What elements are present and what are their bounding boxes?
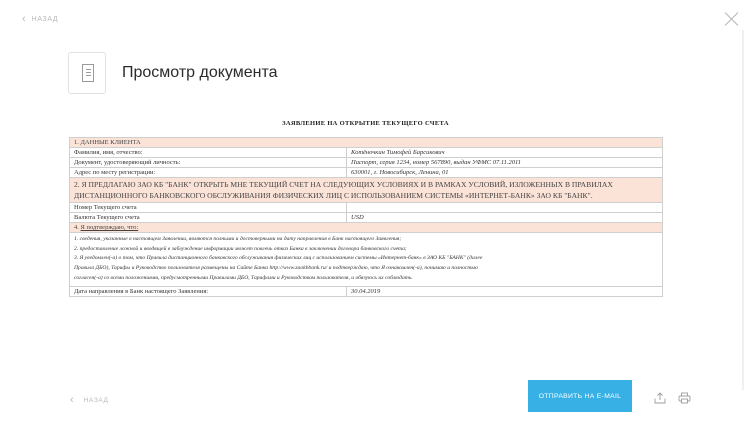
table-row: Валюта Текущего счета USD (69, 212, 664, 223)
section-client-data: 1. ДАННЫЕ КЛИЕНТА (68, 137, 664, 148)
row-label: Фамилия, имя, отчество: (69, 147, 347, 158)
note-line: 3. Я уведомлен(-а) о том, что Правила ди… (74, 255, 483, 262)
row-value: Котёночкин Тимофей Барсикович (345, 147, 664, 158)
top-bar: ‹ НАЗАД (0, 0, 745, 40)
document-icon (68, 52, 106, 94)
row-label: Документ, удостоверяющий личность: (69, 157, 347, 168)
printer-icon[interactable] (678, 392, 691, 404)
row-label: Валюта Текущего счета (69, 212, 347, 223)
footer-bar: ‹ НАЗАД ОТПРАВИТЬ НА E-MAIL (0, 380, 745, 420)
row-value (345, 202, 664, 213)
row-label: Адрес по месту регистрации: (69, 167, 347, 178)
offer-line-1: 2. Я ПРЕДЛАГАЮ ЗАО КБ "БАНК" ОТКРЫТЬ МНЕ… (74, 180, 613, 189)
note-line: согласен(-а) со всеми положениями, преду… (74, 274, 413, 281)
send-email-button[interactable]: ОТПРАВИТЬ НА E-MAIL (528, 380, 632, 412)
row-value: 630001, г. Новосибирск, Ленина, 01 (345, 167, 664, 178)
back-label: НАЗАД (83, 396, 109, 404)
table-row: Дата направления в Банк настоящего Заявл… (69, 285, 664, 297)
offer-line-2: ДИСТАНЦИОННОГО БАНКОВСКОГО ОБСЛУЖИВАНИЯ … (74, 191, 593, 200)
row-value: USD (345, 212, 664, 223)
back-link-bottom[interactable]: ‹ НАЗАД (70, 394, 109, 406)
table-row: Адрес по месту регистрации: 630001, г. Н… (69, 167, 664, 178)
application-table: 1. ДАННЫЕ КЛИЕНТА Фамилия, имя, отчество… (68, 137, 664, 297)
note-line: 1. сведения, указанные в настоящем Заявл… (74, 236, 402, 242)
document-preview: ЗАЯВЛЕНИЕ НА ОТКРЫТИЕ ТЕКУЩЕГО СЧЕТА 1. … (68, 120, 664, 297)
page-header: Просмотр документа (68, 52, 278, 94)
note-line: Правила ДБО), Тарифы и Руководство польз… (74, 265, 478, 272)
note-line: 2. предоставление ложной и вводящей в за… (74, 245, 407, 252)
page-title: Просмотр документа (122, 64, 278, 81)
document-title: ЗАЯВЛЕНИЕ НА ОТКРЫТИЕ ТЕКУЩЕГО СЧЕТА (282, 120, 449, 127)
chevron-left-icon: ‹ (70, 394, 74, 406)
row-label: Номер Текущего счета (69, 202, 347, 213)
section-label: Я подтверждаю, что: (80, 224, 139, 231)
back-link-top[interactable]: ‹ НАЗАД (22, 14, 58, 25)
date-label: Дата направления в Банк настоящего Заявл… (69, 285, 347, 297)
notes-row: 1. сведения, указанные в настоящем Заявл… (68, 232, 664, 287)
scrollbar[interactable] (741, 0, 745, 423)
date-value: 30.04.2019 (345, 285, 664, 297)
back-label: НАЗАД (31, 16, 59, 23)
share-icon[interactable] (654, 392, 666, 404)
section-offer: 2. Я ПРЕДЛАГАЮ ЗАО КБ "БАНК" ОТКРЫТЬ МНЕ… (68, 177, 664, 203)
table-row: Документ, удостоверяющий личность: Паспо… (69, 157, 664, 168)
row-value: Паспорт, серия 1234, номер 567890, выдан… (345, 157, 664, 168)
scrollbar-thumb[interactable] (742, 30, 744, 390)
section-confirmation: 4. Я подтверждаю, что: (68, 222, 664, 233)
table-row: Фамилия, имя, отчество: Котёночкин Тимоф… (69, 147, 664, 158)
chevron-left-icon: ‹ (22, 13, 26, 25)
close-icon[interactable] (723, 10, 741, 28)
table-row: Номер Текущего счета (69, 202, 664, 213)
